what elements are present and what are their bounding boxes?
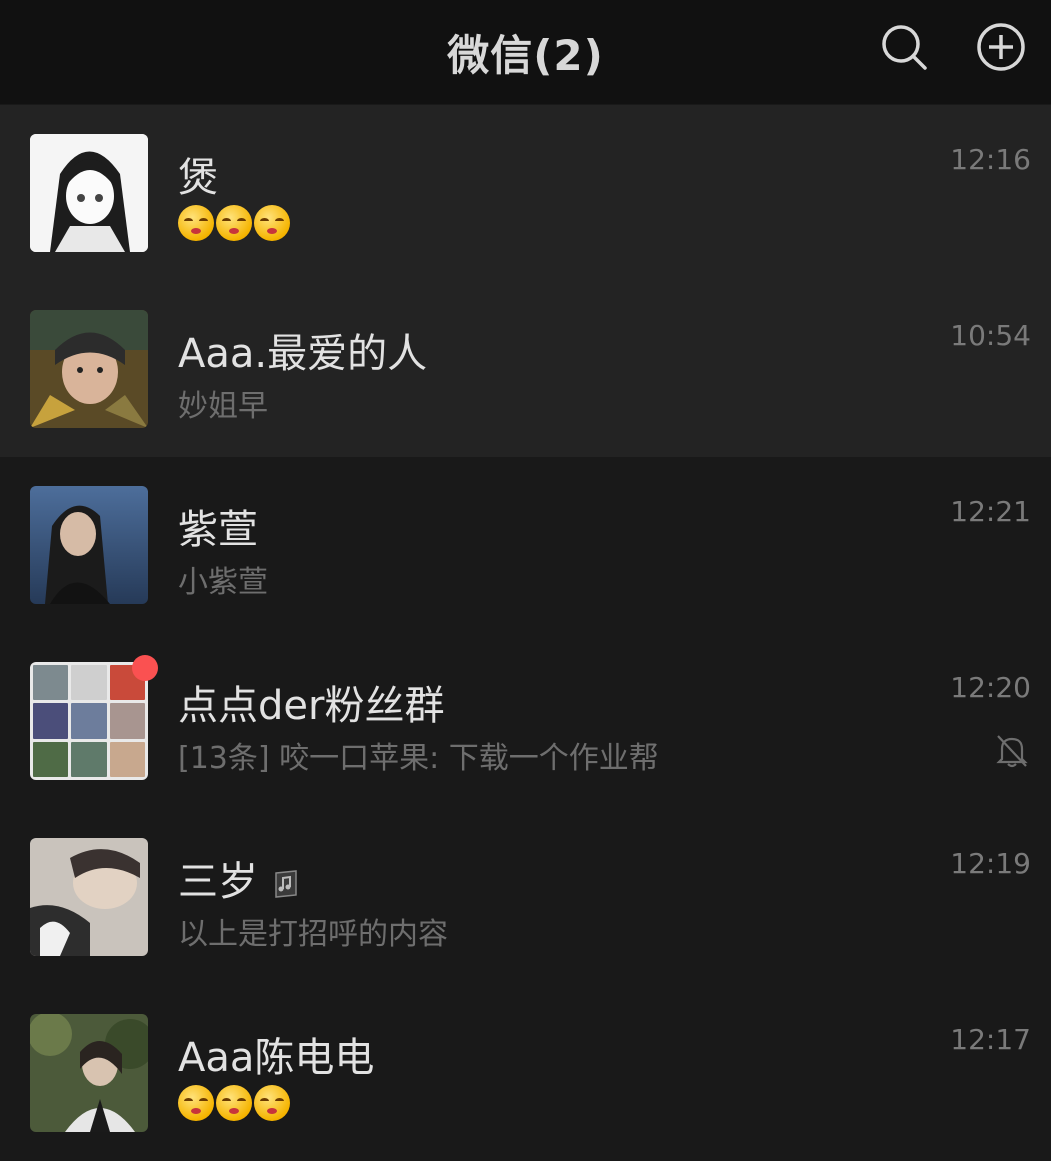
chat-name: Aaa陈电电 bbox=[178, 1035, 375, 1081]
chat-time: 10:54 bbox=[950, 319, 1031, 352]
chat-name: 三岁 bbox=[178, 849, 300, 907]
kiss-emoji-icon bbox=[178, 1085, 214, 1121]
avatar[interactable] bbox=[30, 1014, 148, 1132]
avatar[interactable] bbox=[30, 486, 148, 604]
chat-name-text: 三岁 bbox=[178, 859, 258, 905]
search-icon[interactable] bbox=[879, 22, 929, 72]
kiss-emoji-icon bbox=[254, 205, 290, 241]
chat-preview bbox=[178, 1085, 292, 1121]
top-bar: 微信(2) bbox=[0, 0, 1051, 104]
kiss-emoji-icon bbox=[254, 1085, 290, 1121]
chat-row[interactable]: Aaa陈电电 12:17 bbox=[0, 985, 1051, 1161]
chat-time: 12:17 bbox=[950, 1023, 1031, 1056]
add-circle-icon[interactable] bbox=[976, 22, 1026, 72]
chat-time: 12:16 bbox=[950, 143, 1031, 176]
avatar[interactable] bbox=[30, 310, 148, 428]
chat-preview: 妙姐早 bbox=[178, 389, 268, 424]
chat-name: 紫萱 bbox=[178, 507, 258, 553]
chat-preview: 小紫萱 bbox=[178, 565, 268, 600]
kiss-emoji-icon bbox=[178, 205, 214, 241]
chat-time: 12:21 bbox=[950, 495, 1031, 528]
chat-row[interactable]: 煲 12:16 bbox=[0, 105, 1051, 281]
chat-time: 12:20 bbox=[950, 671, 1031, 704]
chat-name: 煲 bbox=[178, 155, 218, 201]
group-avatar[interactable] bbox=[30, 662, 148, 780]
chat-row[interactable]: Aaa.最爱的人 妙姐早 10:54 bbox=[0, 281, 1051, 457]
music-status-icon bbox=[272, 863, 300, 898]
avatar[interactable] bbox=[30, 838, 148, 956]
chat-row[interactable]: 紫萱 小紫萱 12:21 bbox=[0, 457, 1051, 633]
chat-name: 点点der粉丝群 bbox=[178, 683, 445, 729]
chat-name: Aaa.最爱的人 bbox=[178, 331, 428, 377]
unread-dot-badge bbox=[132, 655, 158, 681]
bell-muted-icon bbox=[995, 733, 1029, 769]
kiss-emoji-icon bbox=[216, 1085, 252, 1121]
chat-preview: 以上是打招呼的内容 bbox=[178, 917, 448, 952]
chat-row[interactable]: 三岁 以上是打招呼的内容 12:19 bbox=[0, 809, 1051, 985]
avatar[interactable] bbox=[30, 134, 148, 252]
chat-preview bbox=[178, 205, 292, 241]
chat-time: 12:19 bbox=[950, 847, 1031, 880]
chat-preview: [13条] 咬一口苹果: 下载一个作业帮 bbox=[178, 741, 659, 776]
chat-row[interactable]: 点点der粉丝群 [13条] 咬一口苹果: 下载一个作业帮 12:20 bbox=[0, 633, 1051, 809]
kiss-emoji-icon bbox=[216, 205, 252, 241]
